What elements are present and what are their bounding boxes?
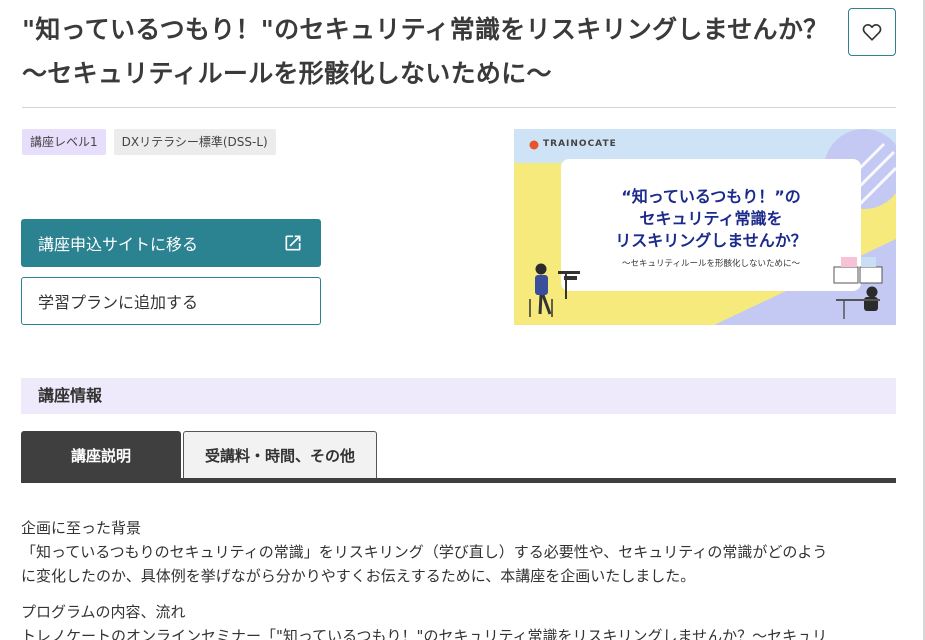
apply-site-label: 講座申込サイトに移る <box>38 235 199 254</box>
heart-icon <box>862 23 882 41</box>
background-heading: 企画に至った背景 <box>21 519 142 537</box>
background-text-line-1: 「知っているつもりのセキュリティの常識」をリスキリング（学び直し）する必要性や、… <box>21 543 828 561</box>
apply-site-button[interactable]: 講座申込サイトに移る <box>21 219 321 267</box>
tab-description[interactable]: 講座説明 <box>21 431 181 479</box>
course-tabs: 講座説明 受講料・時間、その他 <box>21 431 896 484</box>
external-link-icon <box>285 235 301 251</box>
add-to-plan-label: 学習プランに追加する <box>38 293 199 312</box>
tabs-underline <box>21 478 896 483</box>
course-title: "知っているつもり！"のセキュリティ常識をリスキリングしませんか？ ～セキュリテ… <box>22 15 854 88</box>
background-text-line-2: に変化したのか、具体例を挙げながら分かりやすくお伝えするために、本講座を企画いた… <box>21 567 696 585</box>
course-info-section-title: 講座情報 <box>21 378 896 414</box>
course-banner: TRAINOCATE “知っているつもり！”の セキュリティ常識を リスキリング… <box>514 129 896 325</box>
standard-tag: DXリテラシー標準(DSS-L) <box>113 129 276 155</box>
banner-subline: ～セキュリティルールを形骸化しないために～ <box>622 259 800 269</box>
tab-fees-time[interactable]: 受講料・時間、その他 <box>183 431 377 479</box>
banner-headline-3: リスキリングしませんか？ <box>615 231 807 250</box>
course-description: 企画に至った背景 「知っているつもりのセキュリティの常識」をリスキリング（学び直… <box>21 516 896 640</box>
add-to-plan-button[interactable]: 学習プランに追加する <box>21 277 321 325</box>
banner-headline-2: セキュリティ常識を <box>639 209 783 228</box>
program-text-line-1: トレノケートのオンラインセミナー「"知っているつもり！"のセキュリティ常識をリス… <box>21 627 828 640</box>
favorite-button[interactable] <box>848 8 896 56</box>
banner-brand: TRAINOCATE <box>543 139 617 149</box>
banner-headline-1: “知っているつもり！”の <box>621 187 801 206</box>
course-tags: 講座レベル1 DXリテラシー標準(DSS-L) <box>22 129 276 155</box>
program-heading: プログラムの内容、流れ <box>21 603 186 621</box>
level-tag: 講座レベル1 <box>22 129 106 155</box>
header-divider <box>22 107 896 108</box>
